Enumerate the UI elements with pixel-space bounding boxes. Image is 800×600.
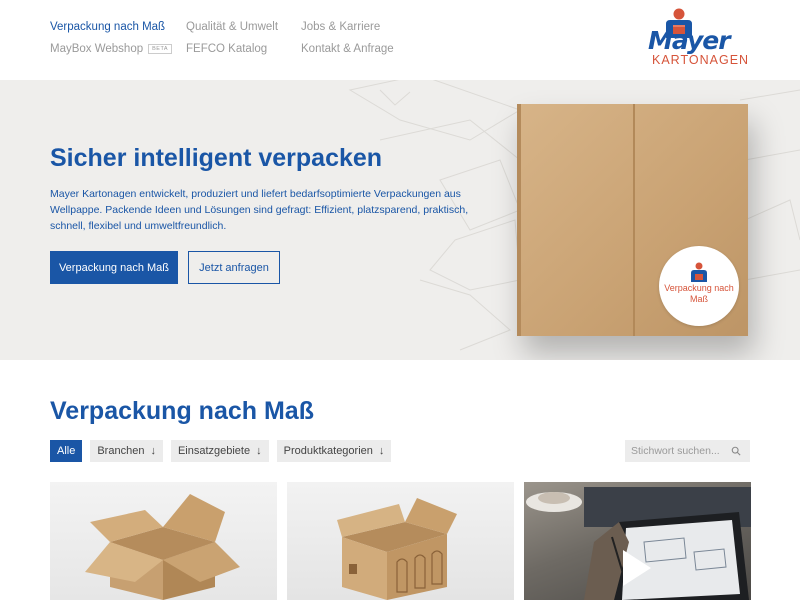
box-seam xyxy=(633,104,635,336)
arrow-down-icon: ↓ xyxy=(378,445,385,457)
box-sticker: Verpackung nach Maß xyxy=(659,246,739,326)
cardboard-box-image: Verpackung nach Maß xyxy=(517,104,748,336)
sticker-text: Verpackung nach Maß xyxy=(664,283,734,304)
hero-title: Sicher intelligent verpacken xyxy=(50,144,383,172)
product-card-wine-box[interactable] xyxy=(287,482,514,600)
filter-branchen-label: Branchen xyxy=(97,445,145,457)
nav-qualitaet-umwelt[interactable]: Qualität & Umwelt xyxy=(186,20,301,34)
site-header: Verpackung nach Maß Qualität & Umwelt Jo… xyxy=(0,0,800,80)
filter-produktkategorien-label: Produktkategorien xyxy=(283,445,373,457)
filter-einsatzgebiete[interactable]: Einsatzgebiete ↓ xyxy=(170,440,269,462)
hero-text: Mayer Kartonagen entwickelt, produziert … xyxy=(50,188,469,232)
filter-bar: Alle Branchen ↓ Einsatzgebiete ↓ Produktka… xyxy=(50,440,392,462)
logo-wordmark: Mayer xyxy=(648,26,731,55)
filter-einsatzgebiete-label: Einsatzgebiete xyxy=(177,445,251,457)
logo-subtitle: KARTONAGEN xyxy=(652,53,750,67)
verpackung-nach-mass-button[interactable]: Verpackung nach Maß xyxy=(50,251,178,284)
jetzt-anfragen-button[interactable]: Jetzt anfragen xyxy=(188,251,280,284)
hero-section: Sicher intelligent verpacken Mayer Karto… xyxy=(0,80,800,360)
nav-jobs-karriere[interactable]: Jobs & Karriere xyxy=(301,20,421,34)
filter-alle[interactable]: Alle xyxy=(50,440,83,462)
tablet-video-image xyxy=(526,487,751,600)
search-box xyxy=(625,440,750,462)
nav-maybox-webshop[interactable]: MayBox Webshop BETA xyxy=(50,42,186,56)
product-card-video[interactable] xyxy=(524,482,751,600)
open-box-image xyxy=(85,494,240,600)
section-title: Verpackung nach Maß xyxy=(50,397,314,425)
search-input[interactable] xyxy=(625,440,725,462)
product-card-open-box[interactable] xyxy=(50,482,277,600)
nav-verpackung-nach-mass[interactable]: Verpackung nach Maß xyxy=(50,20,186,34)
main-nav: Verpackung nach Maß Qualität & Umwelt Jo… xyxy=(50,20,421,56)
beta-badge: BETA xyxy=(148,44,173,54)
arrow-down-icon: ↓ xyxy=(256,445,262,457)
filter-branchen[interactable]: Branchen ↓ xyxy=(90,440,163,462)
filter-alle-label: Alle xyxy=(57,445,76,457)
sticker-logo-icon xyxy=(691,262,707,282)
wine-box-image xyxy=(337,498,457,600)
filter-produktkategorien[interactable]: Produktkategorien ↓ xyxy=(276,440,392,462)
search-icon[interactable] xyxy=(725,440,747,462)
arrow-down-icon: ↓ xyxy=(150,445,156,457)
box-edge xyxy=(517,104,521,336)
nav-maybox-label: MayBox Webshop xyxy=(50,43,144,55)
mayer-logo[interactable]: Mayer KARTONAGEN xyxy=(648,8,752,70)
nav-kontakt-anfrage[interactable]: Kontakt & Anfrage xyxy=(301,42,421,56)
nav-fefco-katalog[interactable]: FEFCO Katalog xyxy=(186,42,301,56)
product-cards xyxy=(50,482,751,600)
